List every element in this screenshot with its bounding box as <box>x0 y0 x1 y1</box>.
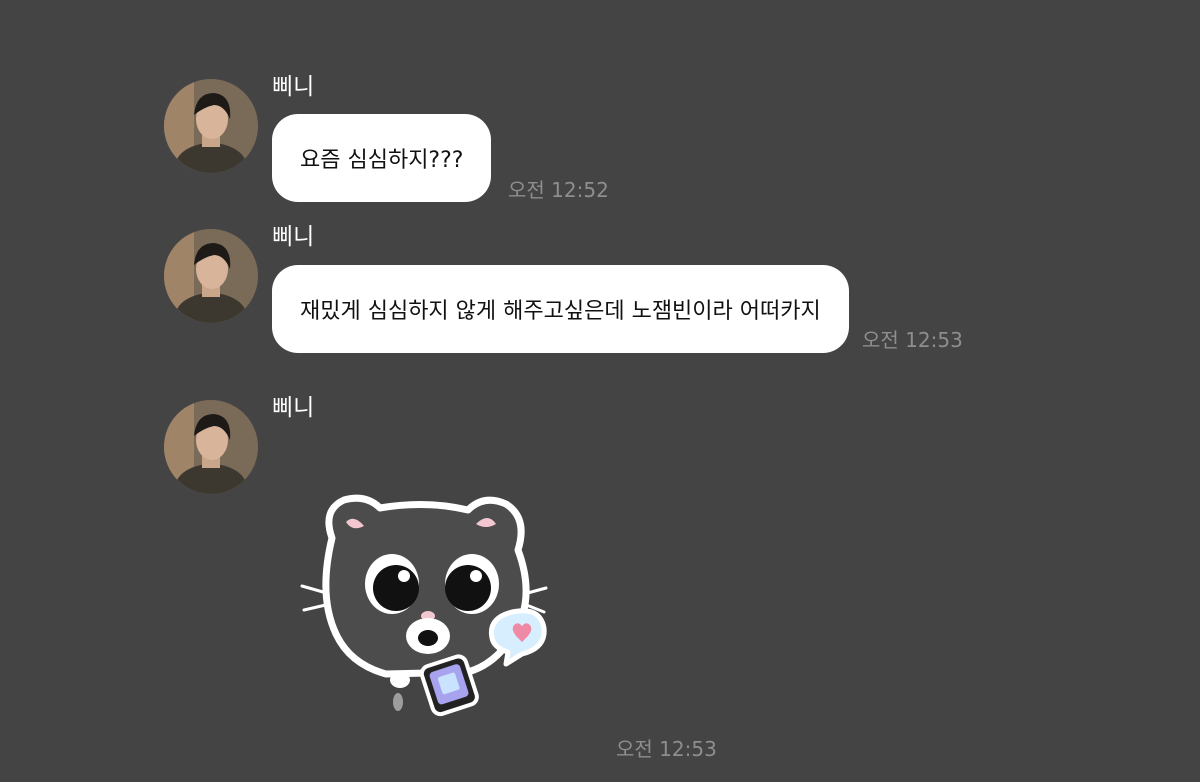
sender-avatar[interactable] <box>164 79 258 173</box>
sender-name: 삐니 <box>272 224 315 250</box>
message-bubble[interactable]: 재밌게 심심하지 않게 해주고싶은데 노잼빈이라 어떠카지 <box>272 265 849 353</box>
sender-avatar[interactable] <box>164 400 258 494</box>
message-timestamp: 오전 12:53 <box>862 328 963 352</box>
sender-name: 삐니 <box>272 74 315 100</box>
message-bubble[interactable]: 요즘 심심하지??? <box>272 114 492 202</box>
message-timestamp: 오전 12:53 <box>616 737 717 761</box>
message-timestamp: 오전 12:52 <box>508 178 609 202</box>
cat-with-phone-sticker[interactable] <box>300 488 550 718</box>
sender-name: 삐니 <box>272 395 315 421</box>
sender-avatar[interactable] <box>164 229 258 323</box>
